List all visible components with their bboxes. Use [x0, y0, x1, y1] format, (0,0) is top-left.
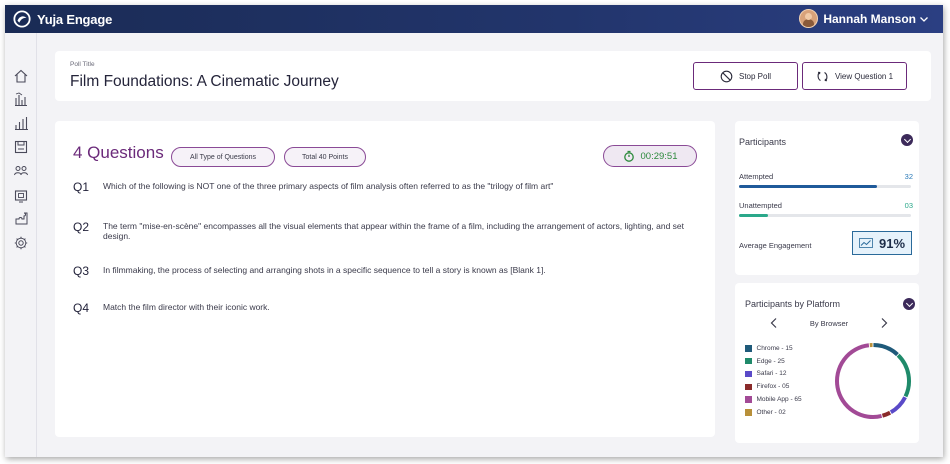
- question-item[interactable]: Q1 Which of the following is NOT one of …: [73, 180, 693, 194]
- sidebar: [5, 33, 37, 457]
- expand-icon[interactable]: [901, 134, 913, 146]
- trend-up-icon: [859, 238, 873, 248]
- question-type-filter[interactable]: All Type of Questions: [171, 147, 275, 167]
- legend-swatch: [745, 345, 752, 352]
- question-text: The term "mise-en-scène" encompasses all…: [103, 221, 685, 241]
- question-number: Q2: [73, 220, 90, 234]
- attempted-bar-fill: [739, 185, 877, 188]
- unattempted-bar-fill: [739, 214, 769, 217]
- save-icon[interactable]: [13, 139, 29, 155]
- donut-slice: [881, 410, 892, 418]
- question-number: Q3: [73, 264, 90, 278]
- chevron-left-icon[interactable]: [769, 317, 779, 329]
- home-icon[interactable]: [13, 68, 29, 84]
- view-question-label: View Question 1: [834, 71, 894, 81]
- legend-item: Other - 02: [745, 406, 802, 419]
- legend-swatch: [745, 370, 752, 378]
- donut-slice: [896, 353, 911, 398]
- question-number: Q4: [73, 301, 90, 315]
- users-icon[interactable]: [13, 163, 29, 179]
- platform-card: Participants by Platform By Browser Chro…: [735, 283, 919, 443]
- chevron-right-icon[interactable]: [879, 317, 889, 329]
- total-points-badge: Total 40 Points: [284, 147, 366, 167]
- legend-item: Firefox - 05: [745, 380, 802, 393]
- engagement-value: 91%: [878, 235, 906, 251]
- legend-swatch: [745, 396, 752, 403]
- attempted-bar: [739, 185, 911, 188]
- view-question-button[interactable]: View Question 1: [802, 62, 907, 90]
- legend-label: Other - 02: [756, 408, 786, 416]
- engagement-badge: 91%: [852, 231, 912, 255]
- questions-card: 4 Questions All Type of Questions Total …: [55, 121, 715, 437]
- legend-swatch: [745, 357, 752, 365]
- stop-poll-label: Stop Poll: [738, 71, 772, 81]
- legend-swatch: [745, 383, 752, 391]
- donut-slice: [889, 396, 907, 414]
- legend-label: Mobile App - 65: [756, 396, 802, 404]
- growth-chart-icon[interactable]: [13, 115, 29, 131]
- legend-item: Edge - 25: [745, 355, 802, 368]
- expand-icon[interactable]: [903, 298, 915, 310]
- attempted-label: Attempted: [739, 172, 774, 181]
- platform-mode: By Browser: [809, 318, 849, 328]
- settings-icon[interactable]: [13, 235, 29, 251]
- puzzle-icon[interactable]: [13, 211, 29, 227]
- participants-card: Participants Attempted 32 Unattempted 03…: [735, 121, 919, 275]
- legend-swatch: [745, 409, 752, 416]
- platform-donut-chart: [835, 343, 911, 419]
- legend-label: Edge - 25: [756, 357, 785, 365]
- question-count: 4 Questions: [73, 143, 164, 162]
- user-menu[interactable]: Hannah Manson: [799, 9, 929, 28]
- poll-title-label: Poll Title: [70, 61, 95, 68]
- refresh-icon: [817, 71, 828, 81]
- question-text: Match the film director with their iconi…: [103, 302, 270, 312]
- attempted-value: 32: [904, 172, 913, 181]
- participants-title: Participants: [739, 137, 787, 147]
- brand[interactable]: Yuja Engage: [13, 10, 112, 28]
- donut-slice: [873, 343, 899, 357]
- poll-header-card: Poll Title Film Foundations: A Cinematic…: [55, 51, 931, 101]
- poll-timer: 00:29:51: [603, 145, 697, 167]
- stop-poll-button[interactable]: Stop Poll: [693, 62, 798, 90]
- unattempted-bar: [739, 214, 911, 217]
- platform-nav: By Browser: [769, 315, 889, 331]
- legend-item: Mobile App - 65: [745, 393, 802, 406]
- question-item[interactable]: Q3 In filmmaking, the process of selecti…: [73, 264, 693, 278]
- legend-label: Chrome - 15: [756, 344, 793, 352]
- yuja-logo-icon: [13, 10, 31, 28]
- unattempted-value: 03: [904, 201, 913, 210]
- question-text: Which of the following is NOT one of the…: [103, 181, 554, 191]
- avatar: [799, 9, 819, 28]
- platform-title: Participants by Platform: [745, 299, 841, 309]
- engagement-label: Average Engagement: [739, 241, 812, 250]
- legend-label: Firefox - 05: [756, 383, 790, 391]
- chevron-down-icon: [920, 16, 928, 22]
- stopwatch-icon: [623, 150, 634, 162]
- question-item[interactable]: Q4 Match the film director with their ic…: [73, 301, 693, 315]
- platform-legend: Chrome - 15 Edge - 25 Safari - 12 Firefox -…: [745, 342, 802, 419]
- donut-slice: [835, 343, 883, 419]
- top-bar: Yuja Engage Hannah Manson: [5, 5, 943, 33]
- app-window: Yuja Engage Hannah Manson Poll Title Fil…: [5, 5, 943, 457]
- legend-label: Safari - 12: [756, 370, 787, 378]
- stop-icon: [720, 70, 733, 82]
- question-number: Q1: [73, 180, 90, 194]
- bar-chart-icon[interactable]: [13, 91, 29, 107]
- question-item[interactable]: Q2 The term "mise-en-scène" encompasses …: [73, 220, 693, 241]
- timer-value: 00:29:51: [640, 150, 678, 162]
- presentation-icon[interactable]: [13, 188, 29, 204]
- app-name: Yuja Engage: [37, 11, 113, 27]
- question-text: In filmmaking, the process of selecting …: [103, 265, 546, 275]
- user-name: Hannah Manson: [823, 11, 916, 26]
- unattempted-label: Unattempted: [739, 201, 782, 210]
- legend-item: Chrome - 15: [745, 342, 802, 355]
- poll-title: Film Foundations: A Cinematic Journey: [70, 73, 339, 90]
- legend-item: Safari - 12: [745, 368, 802, 381]
